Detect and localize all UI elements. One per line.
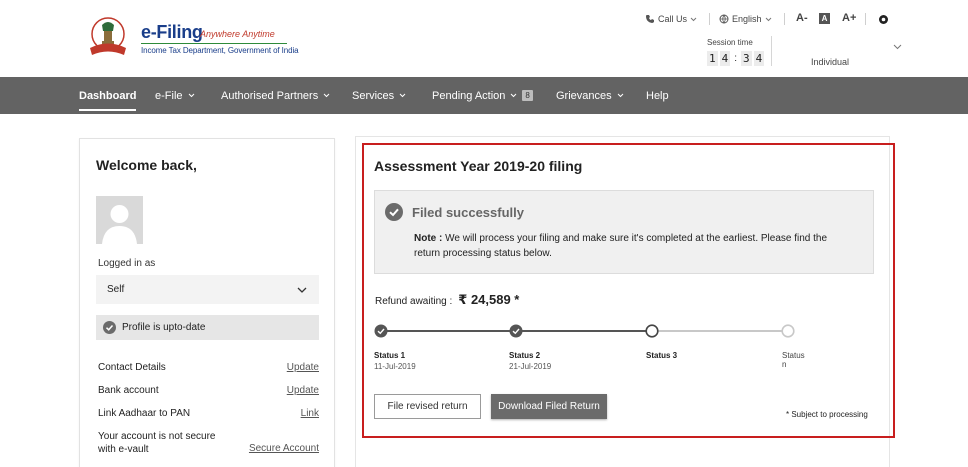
logged-in-as-label: Logged in as [98,258,156,269]
subject-to-processing-note: * Subject to processing [786,410,868,419]
user-type-label: Individual [811,57,850,67]
check-circle-icon [385,203,403,221]
language-label: English [732,14,762,24]
logo-title: e-Filing [141,22,203,42]
check-circle-icon [103,321,116,334]
logo-department: Income Tax Department, Government of Ind… [141,46,299,55]
nav-label: e-File [155,89,183,102]
session-colon: : [734,53,738,64]
profile-status: Profile is upto-date [96,315,319,340]
status-tracker: Status 1 11-Jul-2019 Status 2 21-Jul-201… [374,324,805,374]
filed-status-heading: Filed successfully [385,203,524,221]
update-bank-link[interactable]: Update [287,385,319,396]
pending-count-badge: 8 [522,90,533,101]
filing-note: Note : We will process your filing and m… [414,231,854,261]
step-n-pending-marker [781,324,795,338]
call-us-menu[interactable]: Call Us [645,12,697,26]
row-label: Bank account [98,385,159,396]
note-text: We will process your filing and make sur… [414,233,828,259]
row-label: Link Aadhaar to PAN [98,408,191,419]
evault-row: Your account is not secure with e-vault … [98,430,319,456]
chevron-down-icon [617,93,623,98]
chevron-down-icon [323,93,330,98]
font-increase-button[interactable]: A+ [842,12,856,24]
secure-account-link[interactable]: Secure Account [249,442,319,455]
logo-underline [141,43,287,44]
filed-status-text: Filed successfully [412,204,524,220]
nav-label: Grievances [556,89,612,102]
chevron-down-icon [765,17,771,21]
nav-grievances[interactable]: Grievances [556,77,624,114]
refund-label: Refund awaiting : [375,296,453,307]
session-digit: 1 [707,51,718,66]
globe-icon [719,14,729,24]
avatar-placeholder [96,196,143,244]
refund-amount: ₹ 24,589 * [458,292,520,307]
bank-account-row: Bank account Update [98,385,319,396]
download-filed-return-button[interactable]: Download Filed Return [491,394,607,419]
nav-label: Help [646,89,669,102]
step-label: Status 2 [509,351,541,360]
nav-dashboard[interactable]: Dashboard [79,77,137,114]
profile-status-text: Profile is upto-date [122,322,206,333]
session-digit: 4 [719,51,731,66]
update-contact-link[interactable]: Update [287,362,319,373]
settings-icon [879,14,888,24]
nav-services[interactable]: Services [352,77,406,114]
divider [709,13,710,25]
filing-status-box: Filed successfully Note : We will proces… [374,190,874,274]
role-value: Self [107,284,125,295]
divider [784,13,785,25]
font-decrease-button[interactable]: A- [796,12,808,24]
aadhaar-pan-row: Link Aadhaar to PAN Link [98,408,319,419]
step-label: Status n [782,351,805,369]
step-date: 21-Jul-2019 [509,362,552,371]
step-2-done-marker [509,324,523,338]
nav-label: Authorised Partners [221,89,319,102]
nav-label: Dashboard [79,89,137,102]
nav-efile[interactable]: e-File [155,77,195,114]
chevron-down-icon [399,93,406,98]
emblem-logo[interactable] [80,15,136,61]
nav-authorised-partners[interactable]: Authorised Partners [221,77,330,114]
file-revised-return-button[interactable]: File revised return [374,394,481,419]
session-time-label: Session time [707,38,753,47]
note-label: Note : [414,233,443,244]
step-1-done-marker [374,324,388,338]
link-aadhaar-link[interactable]: Link [301,408,319,419]
nav-label: Pending Action [432,89,506,102]
divider [771,36,772,66]
step-3-current-marker [645,324,659,338]
language-menu[interactable]: English [719,12,772,26]
chevron-down-icon [297,287,307,293]
nav-help[interactable]: Help [646,77,669,114]
row-label: Contact Details [98,362,166,373]
session-timer: 1 4 : 3 4 [707,51,765,66]
contact-details-row: Contact Details Update [98,362,319,373]
logo-tagline: Anywhere Anytime [200,29,275,39]
divider [865,13,866,25]
assessment-year-title: Assessment Year 2019-20 filing [374,158,583,174]
settings-button[interactable] [878,12,889,26]
chevron-down-icon [511,93,517,98]
session-digit: 3 [741,51,752,66]
profile-panel: Welcome back, Logged in as Self Profile … [79,138,335,467]
chevron-down-icon [690,17,697,21]
step-label: Status 1 [374,351,406,360]
welcome-heading: Welcome back, [96,157,197,173]
user-menu-chevron-icon[interactable] [893,44,902,50]
nav-label: Services [352,89,395,102]
refund-row: Refund awaiting : ₹ 24,589 * [375,292,519,308]
step-label: Status 3 [646,351,678,360]
role-select[interactable]: Self [96,275,319,304]
main-nav: Dashboard e-File Authorised Partners Ser… [0,77,968,114]
call-us-label: Call Us [658,14,688,24]
nav-pending-action[interactable]: Pending Action 8 [432,77,533,114]
font-normal-button[interactable]: A [819,13,830,24]
step-date: 11-Jul-2019 [374,362,416,371]
chevron-down-icon [188,93,194,98]
phone-icon [646,15,654,23]
session-digit: 4 [753,51,765,66]
site-header: e-Filing Anywhere Anytime Income Tax Dep… [0,0,968,77]
